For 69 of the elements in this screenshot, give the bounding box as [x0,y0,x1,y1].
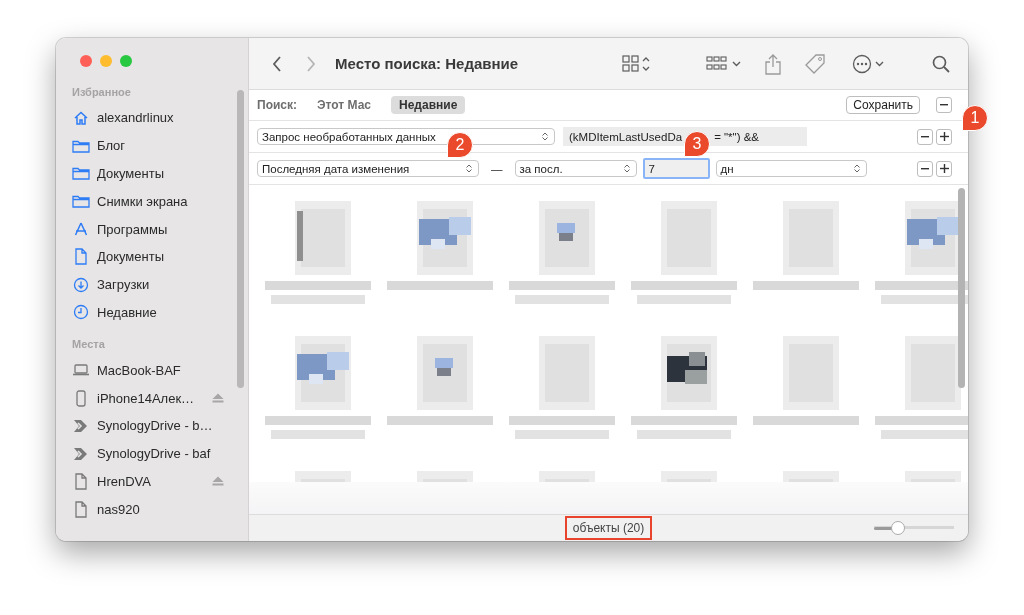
popup-button[interactable]: за посл. [514,160,637,177]
sidebar-item[interactable]: Документы [72,243,224,271]
synology-icon [73,446,89,461]
search-icon[interactable] [932,54,950,73]
home-icon [73,109,89,126]
sidebar-item[interactable]: Недавние [72,298,224,327]
folder-icon [72,166,90,181]
clock-icon [73,304,89,321]
scope-tab[interactable]: Недавние [391,96,466,114]
sidebar-item[interactable]: iPhone14Алек… [72,384,224,412]
sidebar-item[interactable]: MacBook-BAF [72,356,224,385]
sidebar-item[interactable]: SynologyDrive - b… [72,411,224,440]
sidebar-item[interactable]: HrenDVA [72,467,224,496]
close-button[interactable] [80,55,92,67]
popup-button[interactable]: Последняя дата изменения [257,160,479,177]
share-icon[interactable] [764,52,783,75]
popup-button[interactable]: дн [715,160,867,177]
remove-button[interactable] [917,160,933,177]
plus-icon [939,132,949,141]
sidebar-item[interactable]: Документы [72,159,224,188]
sidebar-item[interactable]: SynologyDrive - baf [72,439,224,468]
updown-icon [623,164,630,173]
tag-icon[interactable] [804,52,827,75]
minus-icon [921,135,929,138]
sidebar-item[interactable]: Загрузки [72,270,224,299]
phone-icon [75,389,87,407]
icon-view-icon[interactable] [622,54,651,73]
add-button[interactable] [936,160,952,177]
add-button[interactable] [936,128,952,145]
number-field[interactable]: 7 [642,158,710,179]
zoom-button[interactable] [120,55,132,67]
sidebar-item[interactable]: nas920 [72,495,224,524]
eject-icon[interactable] [212,476,224,487]
updown-icon [853,164,860,173]
drive-icon [74,472,88,490]
eject-icon[interactable] [212,393,224,404]
window-title: Место поиска: Недавние [335,55,519,72]
forward-icon[interactable] [305,54,317,73]
scrollbar[interactable] [237,90,244,388]
apps-icon [73,221,89,238]
folder-icon [72,194,90,209]
download-icon [73,276,89,293]
remove-button[interactable] [936,97,952,113]
document-icon [74,248,88,266]
laptop-icon [72,364,90,377]
group-icon[interactable] [706,55,743,72]
minus-icon [940,104,948,106]
sidebar-item[interactable]: Снимки экрана [72,187,224,216]
status-text: объекты (20) [564,516,653,540]
sidebar-item[interactable]: Программы [72,215,224,243]
section-header: Места [72,338,106,351]
search-label: Поиск: [257,98,297,112]
plus-icon [939,164,949,173]
save-button[interactable]: Сохранить [846,96,920,114]
minus-icon [921,167,929,170]
synology-icon [73,418,89,433]
scrollbar[interactable] [958,188,965,388]
scope-tab[interactable]: Этот Мас [309,96,379,114]
drive-icon [74,500,88,518]
sidebar-item[interactable]: Блог [72,131,224,160]
updown-icon [542,132,548,141]
back-icon[interactable] [271,54,283,73]
remove-button[interactable] [917,128,933,145]
sidebar-item[interactable]: alexandrlinux [72,104,224,132]
folder-icon [72,138,90,153]
section-header: Избранное [72,86,132,98]
updown-icon [466,164,472,173]
callout-badge: 1 [962,105,988,131]
separator: — [491,162,503,175]
